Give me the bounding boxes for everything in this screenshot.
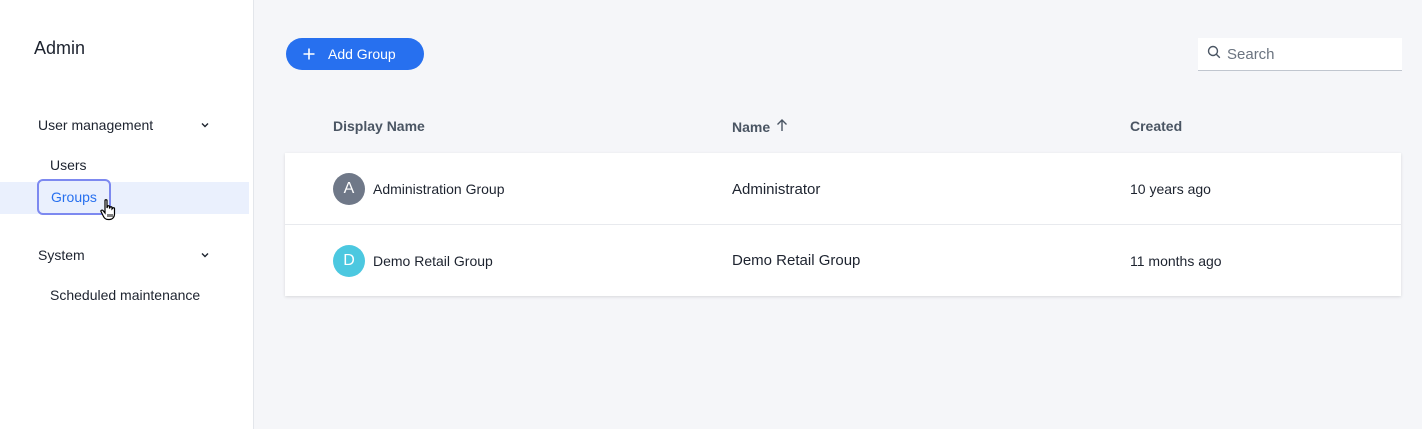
table-row[interactable]: A Administration Group Administrator 10 … bbox=[285, 153, 1401, 225]
search-icon bbox=[1207, 45, 1221, 64]
app-root: Admin User management Users Groups Syste… bbox=[0, 0, 1422, 429]
display-name-cell: Administration Group bbox=[373, 181, 505, 197]
sidebar-title: Admin bbox=[34, 38, 86, 58]
display-name-cell: Demo Retail Group bbox=[373, 252, 493, 269]
sidebar-item-users[interactable]: Users bbox=[50, 154, 87, 176]
section-label: User management bbox=[38, 117, 154, 133]
plus-icon bbox=[302, 47, 316, 61]
avatar: D bbox=[333, 244, 365, 277]
name-cell: Demo Retail Group bbox=[732, 252, 861, 269]
groups-table: A Administration Group Administrator 10 … bbox=[285, 153, 1401, 296]
sidebar-item-scheduled-maintenance[interactable]: Scheduled maintenance bbox=[50, 284, 200, 306]
section-label: System bbox=[38, 247, 85, 263]
table-row[interactable]: D Demo Retail Group Demo Retail Group 11… bbox=[285, 224, 1401, 296]
chevron-down-icon bbox=[200, 120, 210, 130]
column-header-display-name[interactable]: Display Name bbox=[333, 118, 425, 134]
add-group-button[interactable]: Add Group bbox=[286, 38, 424, 70]
section-user-management[interactable]: User management bbox=[38, 114, 210, 136]
search-input[interactable] bbox=[1227, 45, 1397, 63]
column-header-name[interactable]: Name bbox=[732, 118, 788, 135]
name-cell: Administrator bbox=[732, 180, 821, 198]
sort-arrow-up-icon bbox=[776, 118, 788, 135]
created-cell: 10 years ago bbox=[1130, 181, 1211, 197]
search-box[interactable] bbox=[1198, 38, 1402, 71]
created-cell: 11 months ago bbox=[1130, 252, 1222, 269]
sidebar: Admin User management Users Groups Syste… bbox=[0, 0, 254, 429]
column-header-created[interactable]: Created bbox=[1130, 118, 1182, 134]
avatar: A bbox=[333, 173, 365, 205]
add-group-label: Add Group bbox=[328, 46, 396, 62]
hand-cursor-icon bbox=[99, 198, 119, 222]
chevron-down-icon bbox=[200, 250, 210, 260]
main-content: Add Group Display Name Name Created A Ad… bbox=[254, 0, 1422, 429]
section-system[interactable]: System bbox=[38, 244, 210, 266]
